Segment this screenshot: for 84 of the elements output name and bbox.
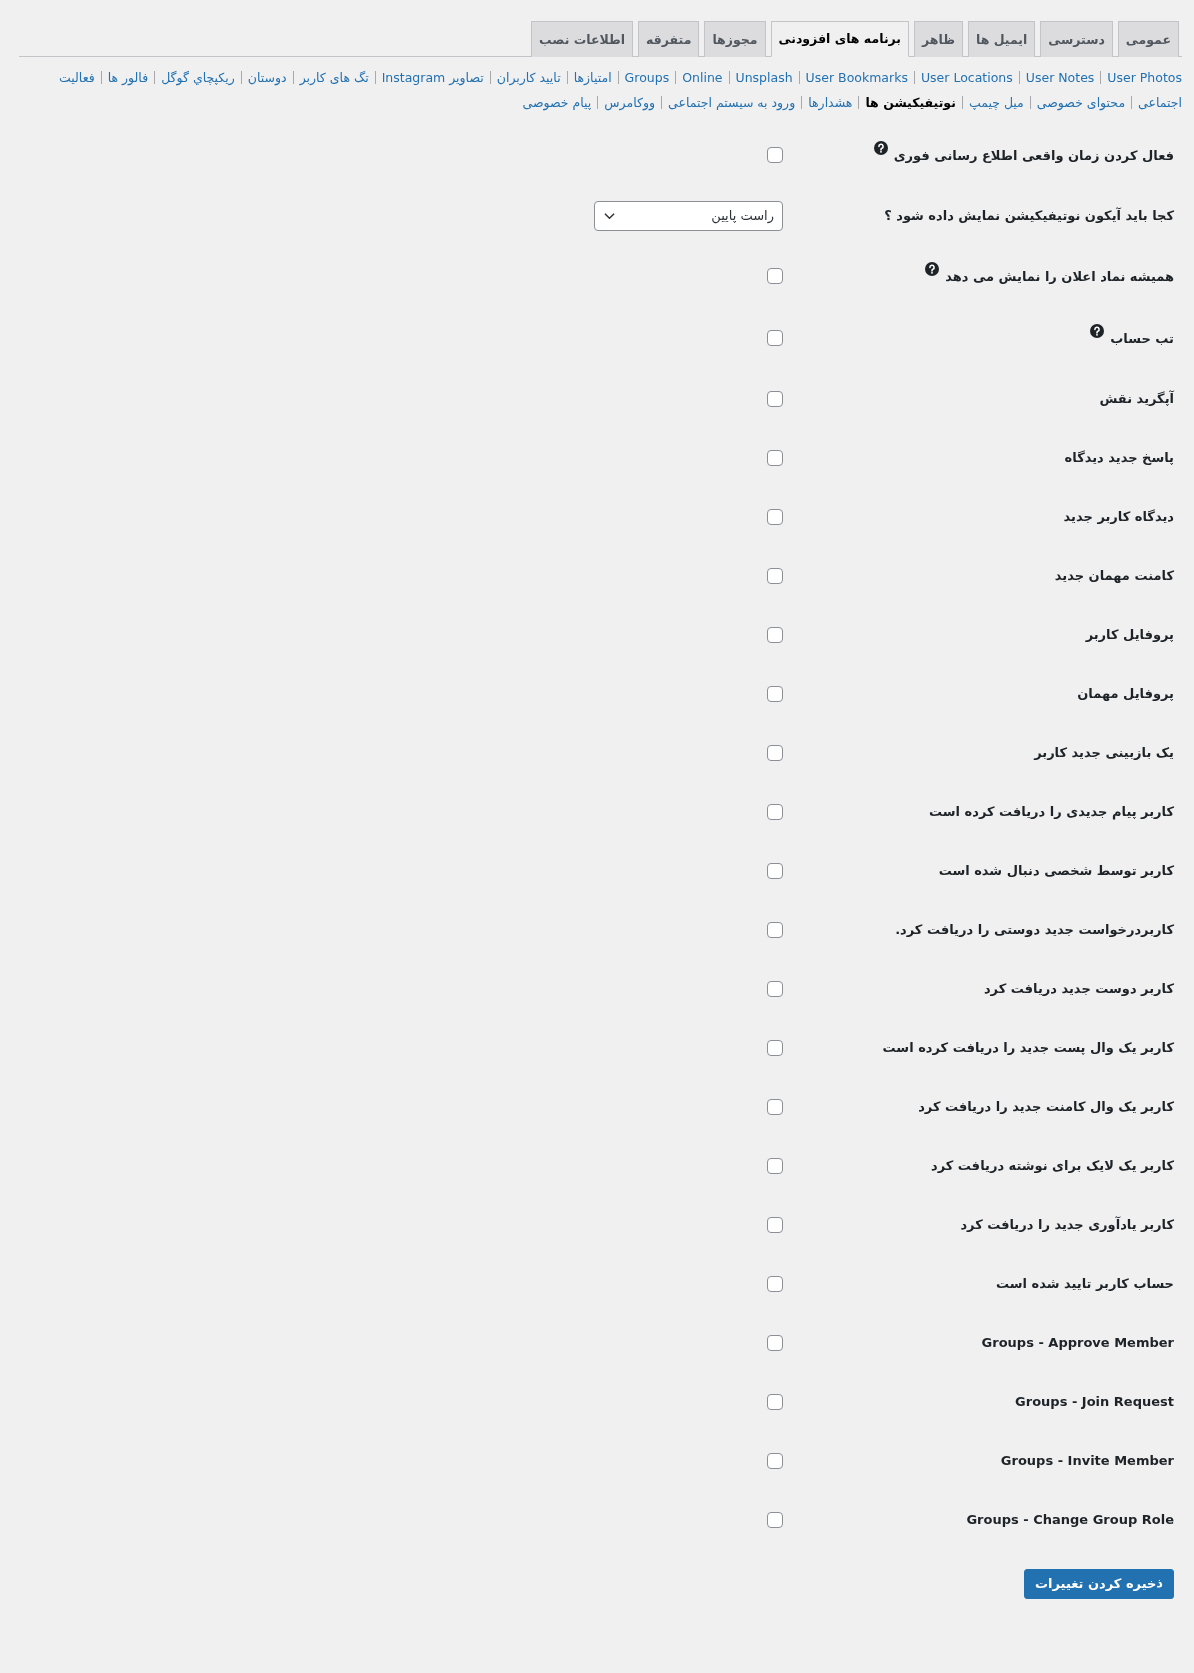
checkbox[interactable] xyxy=(767,1275,783,1292)
setting-label: همیشه نماد اعلان را نمایش می دهد xyxy=(945,268,1174,286)
checkbox[interactable] xyxy=(767,626,783,643)
checkbox[interactable] xyxy=(767,921,783,938)
checkbox[interactable] xyxy=(767,330,783,346)
setting-label: پروفایل کاربر xyxy=(1085,626,1174,644)
setting-label: پاسخ جدید دیدگاه xyxy=(1064,449,1174,467)
tab[interactable]: متفرقه xyxy=(638,21,700,57)
setting-label: حساب کاربر تایید شده است xyxy=(996,1275,1174,1293)
setting-label: کجا باید آیکون نوتیفیکیشن نمایش داده شود ؟ xyxy=(884,206,1174,225)
setting-label: تب حساب xyxy=(1110,330,1174,348)
setting-label: فعال کردن زمان واقعی اطلاع رسانی فوری xyxy=(893,147,1174,165)
help-icon[interactable] xyxy=(925,262,940,276)
sub-nav-link[interactable]: Unsplash xyxy=(735,70,793,85)
setting-label: یک بازبینی جدید کاربر xyxy=(1034,744,1174,762)
checkbox[interactable] xyxy=(767,390,783,407)
checkbox[interactable] xyxy=(767,803,783,820)
sub-nav-link[interactable]: ورود به سیستم اجتماعی xyxy=(668,95,796,110)
tab[interactable]: عمومی xyxy=(1117,21,1179,57)
checkbox[interactable] xyxy=(767,1039,783,1056)
help-icon[interactable] xyxy=(1090,324,1105,338)
sub-nav-link[interactable]: محتوای خصوصی xyxy=(1036,95,1126,110)
tab[interactable]: برنامه های افزودنی xyxy=(770,21,910,57)
tab[interactable]: مجوزها xyxy=(704,21,766,57)
checkbox[interactable] xyxy=(767,147,783,163)
checkbox[interactable] xyxy=(767,1098,783,1115)
checkbox[interactable] xyxy=(767,1334,783,1351)
checkbox[interactable] xyxy=(767,685,783,702)
checkbox[interactable] xyxy=(767,1452,783,1469)
sub-nav-link[interactable]: ریکپچاي گوگل xyxy=(161,70,235,85)
sub-nav-link[interactable]: میل چیمپ xyxy=(968,95,1024,110)
checkbox[interactable] xyxy=(767,1216,783,1233)
sub-nav-link[interactable]: User Bookmarks xyxy=(805,70,908,85)
sub-nav-link[interactable]: هشدارها xyxy=(808,95,853,110)
sub-nav-link[interactable]: تایید کاربران xyxy=(496,70,561,85)
checkbox[interactable] xyxy=(767,449,783,466)
sub-nav-link[interactable]: تصاویر Instagram xyxy=(381,70,484,85)
sub-nav-link[interactable]: User Locations xyxy=(920,70,1013,85)
setting-label: کاربر یک وال کامنت جدید را دریافت کرد xyxy=(918,1098,1174,1116)
setting-label: آپگرید نقش xyxy=(1099,389,1174,408)
tab[interactable]: اطلاعات نصب xyxy=(531,21,634,57)
setting-label: دیدگاه کاربر جدید xyxy=(1063,508,1174,526)
setting-label: کاربردرخواست جدید دوستی را دریافت کرد. xyxy=(895,921,1174,939)
setting-label: کاربر توسط شخصی دنبال شده است xyxy=(938,862,1174,880)
checkbox[interactable] xyxy=(767,268,783,284)
sub-nav-link[interactable]: نوتیفیکیشن ها xyxy=(865,95,956,110)
setting-label: Groups - Approve Member xyxy=(981,1334,1174,1352)
checkbox[interactable] xyxy=(767,862,783,879)
sub-nav-link[interactable]: User Photos xyxy=(1107,70,1182,85)
position-select[interactable]: راست پایین xyxy=(594,200,783,231)
setting-label: Groups - Change Group Role xyxy=(966,1511,1174,1529)
checkbox[interactable] xyxy=(767,1393,783,1410)
setting-label: کاربر دوست جدید دریافت کرد xyxy=(983,980,1174,998)
setting-label: کاربر یادآوری جدید را دریافت کرد xyxy=(960,1215,1174,1234)
chevron-down-icon xyxy=(604,211,615,220)
checkbox[interactable] xyxy=(767,508,783,525)
sub-nav-link[interactable]: User Notes xyxy=(1025,70,1095,85)
checkbox[interactable] xyxy=(767,980,783,997)
tab[interactable]: ظاهر xyxy=(914,21,963,57)
save-button[interactable]: ذخیره کردن تغییرات xyxy=(1024,1569,1174,1599)
setting-label: کاربر یک وال پست جدید را دریافت کرده است xyxy=(882,1039,1174,1057)
sub-nav-link[interactable]: Online xyxy=(682,70,723,85)
tab[interactable]: دسترسی xyxy=(1040,21,1113,57)
checkbox[interactable] xyxy=(767,1157,783,1174)
sub-nav-link[interactable]: تگ های کاربر xyxy=(299,70,369,85)
sub-nav-link[interactable]: فعالیت xyxy=(59,70,95,85)
sub-nav-link[interactable]: ووکامرس xyxy=(604,95,656,110)
sub-nav-link[interactable]: پیام خصوصی xyxy=(522,95,592,110)
sub-nav-link[interactable]: اجتماعی xyxy=(1138,95,1182,110)
setting-label: Groups - Join Request xyxy=(1015,1393,1174,1411)
setting-label: کاربر یک لایک برای نوشته دریافت کرد xyxy=(931,1157,1174,1175)
sub-nav-link[interactable]: فالور ها xyxy=(107,70,149,85)
checkbox[interactable] xyxy=(767,744,783,761)
checkbox[interactable] xyxy=(767,567,783,584)
tab[interactable]: ایمیل ها xyxy=(967,21,1036,57)
setting-label: پروفایل مهمان xyxy=(1077,685,1174,703)
setting-label: کاربر پیام جدیدی را دریافت کرده است xyxy=(929,803,1174,821)
sub-nav-link[interactable]: امتیازها xyxy=(573,70,612,85)
help-icon[interactable] xyxy=(873,141,888,155)
sub-nav-link[interactable]: دوستان xyxy=(247,70,287,85)
sub-nav-link[interactable]: Groups xyxy=(624,70,670,85)
setting-label: Groups - Invite Member xyxy=(1000,1452,1174,1470)
checkbox[interactable] xyxy=(767,1511,783,1528)
setting-label: کامنت مهمان جدید xyxy=(1054,567,1174,585)
